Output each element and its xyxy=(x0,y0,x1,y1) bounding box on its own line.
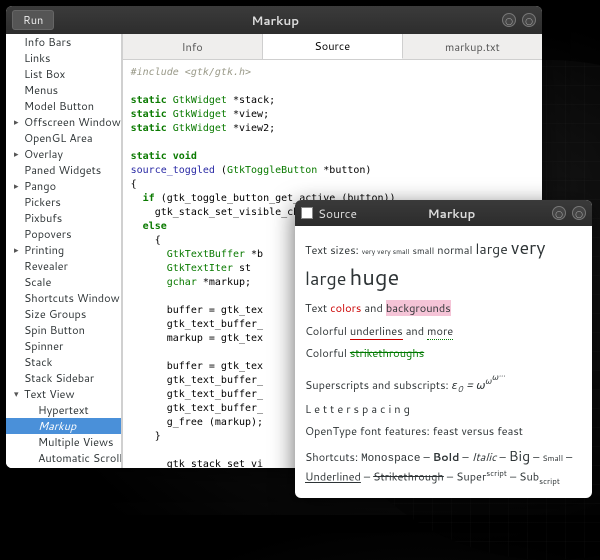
tree-item[interactable]: Revealer xyxy=(6,258,121,274)
tree-item[interactable]: Pango xyxy=(6,178,121,194)
preview-titlebar: Source Markup ○ ○ xyxy=(295,200,592,226)
tab-info[interactable]: Info xyxy=(123,34,263,59)
tree-item[interactable]: Scale xyxy=(6,274,121,290)
colors-line: Text colors and backgrounds xyxy=(305,300,582,317)
tree-item[interactable]: Hypertext xyxy=(6,402,121,418)
tree-item[interactable]: Markup xyxy=(6,418,121,434)
preview-window: Source Markup ○ ○ Text sizes: very very … xyxy=(295,200,592,498)
tree-item[interactable]: Pickers xyxy=(6,194,121,210)
tree-item[interactable]: Text View xyxy=(6,386,121,402)
close-button[interactable]: ○ xyxy=(522,13,536,27)
sizes-line: Text sizes: very very small small normal… xyxy=(305,234,582,294)
tree-item[interactable]: Multiple Views xyxy=(6,434,121,450)
shortcuts-line: Shortcuts: Monospace – Bold – Italic – B… xyxy=(305,446,582,487)
letterspacing-line: Letterspacing xyxy=(305,401,582,418)
tab-source[interactable]: Source xyxy=(263,34,403,59)
preview-close-button[interactable]: ○ xyxy=(572,206,586,220)
tree-item[interactable]: Automatic Scrolling xyxy=(6,450,121,466)
preview-textview[interactable]: Text sizes: very very small small normal… xyxy=(295,226,592,498)
underlines-line: Colorful underlines and more xyxy=(305,323,582,340)
tree-item[interactable]: Paned Widgets xyxy=(6,162,121,178)
opentype-line: OpenType font features: feast versus fea… xyxy=(305,423,582,440)
tree-item[interactable]: Theming xyxy=(6,466,121,468)
tab-bar: Info Source markup.txt xyxy=(123,34,542,60)
tree-item[interactable]: Offscreen Windows xyxy=(6,114,121,130)
tree-item[interactable]: Shortcuts Window xyxy=(6,290,121,306)
tree-item[interactable]: Stack Sidebar xyxy=(6,370,121,386)
superscript-line: Superscripts and subscripts: ε0 = ωωω... xyxy=(305,368,582,395)
demo-tree-sidebar[interactable]: Info BarsLinksList BoxMenusModel ButtonO… xyxy=(6,34,122,468)
tree-item[interactable]: Links xyxy=(6,50,121,66)
tree-item[interactable]: Menus xyxy=(6,82,121,98)
strikethrough-line: Colorful strikethroughs xyxy=(305,345,582,362)
minimize-button[interactable]: ○ xyxy=(502,13,516,27)
tab-file[interactable]: markup.txt xyxy=(403,34,542,59)
preview-title: Markup xyxy=(357,205,546,222)
tree-item[interactable]: Spin Button xyxy=(6,322,121,338)
preview-minimize-button[interactable]: ○ xyxy=(552,206,566,220)
tree-item[interactable]: OpenGL Area xyxy=(6,130,121,146)
titlebar: Run Markup ○ ○ xyxy=(6,6,542,34)
source-checkbox-label: Source xyxy=(318,205,357,222)
tree-item[interactable]: Spinner xyxy=(6,338,121,354)
source-checkbox[interactable] xyxy=(301,207,313,219)
tree-item[interactable]: Info Bars xyxy=(6,34,121,50)
run-button[interactable]: Run xyxy=(12,10,54,30)
window-title: Markup xyxy=(54,12,496,29)
tree-item[interactable]: Pixbufs xyxy=(6,210,121,226)
tree-item[interactable]: Model Button xyxy=(6,98,121,114)
tree-item[interactable]: Size Groups xyxy=(6,306,121,322)
tree-item[interactable]: Overlay xyxy=(6,146,121,162)
tree-item[interactable]: Printing xyxy=(6,242,121,258)
tree-item[interactable]: Stack xyxy=(6,354,121,370)
tree-item[interactable]: List Box xyxy=(6,66,121,82)
tree-item[interactable]: Popovers xyxy=(6,226,121,242)
